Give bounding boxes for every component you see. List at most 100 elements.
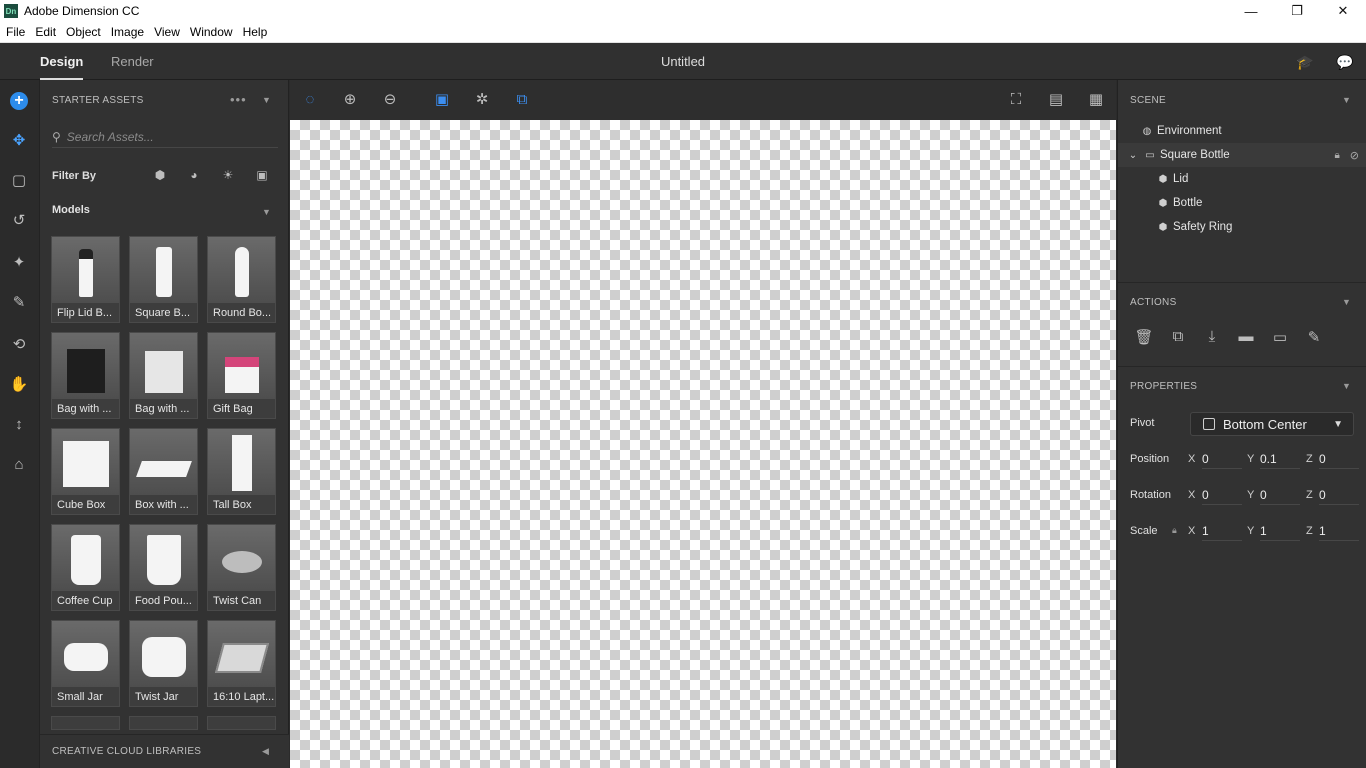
filter-images-icon[interactable]: ▣ xyxy=(254,168,270,184)
orbit-icon[interactable]: ⟲ xyxy=(8,334,30,356)
model-card[interactable]: Twist Jar xyxy=(129,620,198,707)
model-card[interactable]: Small Jar xyxy=(51,620,120,707)
actions-chevron-icon[interactable]: ▼ xyxy=(1342,297,1351,307)
model-card[interactable]: Box with ... xyxy=(129,428,198,515)
dolly-icon[interactable]: ↕ xyxy=(8,414,30,436)
chevron-down-icon[interactable]: ▼ xyxy=(262,95,271,105)
minimize-button[interactable]: — xyxy=(1228,0,1274,22)
model-card[interactable]: Cube Box xyxy=(51,428,120,515)
menu-file[interactable]: File xyxy=(0,25,29,39)
align-icon[interactable]: ✲ xyxy=(472,90,492,110)
snap-icon[interactable]: ▣ xyxy=(432,90,452,110)
expand-chevron-icon[interactable]: ⌄ xyxy=(1126,150,1140,161)
visibility-icon[interactable]: ⊘ xyxy=(1350,149,1359,162)
camera-bookmark-icon[interactable]: ▤ xyxy=(1046,90,1066,110)
menu-view[interactable]: View xyxy=(148,25,184,39)
model-card[interactable]: Gift Bag xyxy=(207,332,276,419)
model-card[interactable]: Square B... xyxy=(129,236,198,323)
model-card[interactable]: Flip Lid B... xyxy=(51,236,120,323)
scene-item-safety-ring[interactable]: ⬢ Safety Ring xyxy=(1118,215,1366,239)
position-y-input[interactable]: 0.1 xyxy=(1260,449,1300,469)
eyedropper-icon[interactable]: ✎ xyxy=(8,292,30,314)
drop-to-ground-icon[interactable]: ⤓ xyxy=(1202,328,1222,348)
delete-icon[interactable]: 🗑︎ xyxy=(1134,328,1154,348)
pivot-dropdown[interactable]: Bottom Center ▼ xyxy=(1190,412,1354,436)
model-card[interactable] xyxy=(207,716,276,730)
lasso-select-icon[interactable]: ◌ xyxy=(300,90,320,110)
model-card[interactable]: Round Bo... xyxy=(207,236,276,323)
model-card[interactable]: Food Pou... xyxy=(129,524,198,611)
scale-x-input[interactable]: 1 xyxy=(1202,521,1242,541)
frame-selection-icon[interactable]: ⧉ xyxy=(512,90,532,110)
filter-materials-icon[interactable]: ◕ xyxy=(186,168,202,184)
axis-y-label: Y xyxy=(1247,453,1255,465)
menu-edit[interactable]: Edit xyxy=(29,25,60,39)
cc-libraries-section[interactable]: CREATIVE CLOUD LIBRARIES ◀ xyxy=(40,734,289,768)
lock-icon[interactable]: 🔒︎ xyxy=(1334,150,1339,161)
fit-view-icon[interactable]: ⛶ xyxy=(1006,90,1026,110)
models-chevron-icon[interactable]: ▼ xyxy=(262,207,271,217)
tab-design[interactable]: Design xyxy=(40,43,84,80)
model-label: Bag with ... xyxy=(135,403,190,415)
actions-header: ACTIONS xyxy=(1130,297,1177,308)
search-assets[interactable]: ⚲ Search Assets... xyxy=(52,126,278,148)
model-card[interactable] xyxy=(51,716,120,730)
scene-item-label: Bottle xyxy=(1173,197,1203,209)
axis-y-label: Y xyxy=(1247,489,1255,501)
render-preview-icon[interactable]: ▦ xyxy=(1086,90,1106,110)
add-selection-icon[interactable]: ⊕ xyxy=(340,90,360,110)
menu-object[interactable]: Object xyxy=(60,25,105,39)
chevron-left-icon[interactable]: ◀ xyxy=(262,746,269,757)
position-x-input[interactable]: 0 xyxy=(1202,449,1242,469)
camera-view-icon[interactable]: ⌂ xyxy=(8,454,30,476)
rotation-z-input[interactable]: 0 xyxy=(1319,485,1359,505)
canvas-viewport[interactable] xyxy=(290,120,1116,768)
tab-render[interactable]: Render xyxy=(111,43,154,80)
select-tool-icon[interactable]: ✥ xyxy=(8,130,30,152)
transform-tool-icon[interactable]: ▢ xyxy=(8,170,30,192)
model-label: Cube Box xyxy=(57,499,106,511)
scene-chevron-icon[interactable]: ▼ xyxy=(1342,95,1351,105)
model-card[interactable]: Coffee Cup xyxy=(51,524,120,611)
lock-proportions-icon[interactable]: 🔒︎ xyxy=(1172,525,1177,536)
properties-chevron-icon[interactable]: ▼ xyxy=(1342,381,1351,391)
filter-models-icon[interactable]: ⬢ xyxy=(152,168,168,184)
model-card[interactable]: Bag with ... xyxy=(51,332,120,419)
model-card[interactable]: 16:10 Lapt... xyxy=(207,620,276,707)
search-input[interactable]: Search Assets... xyxy=(67,130,154,144)
add-content-icon[interactable]: + xyxy=(10,92,28,110)
model-card[interactable] xyxy=(129,716,198,730)
group-icon[interactable]: ▬ xyxy=(1236,328,1256,348)
rotation-y-input[interactable]: 0 xyxy=(1260,485,1300,505)
scale-y-input[interactable]: 1 xyxy=(1260,521,1300,541)
ungroup-icon[interactable]: ▭ xyxy=(1270,328,1290,348)
maximize-button[interactable]: ❐ xyxy=(1274,0,1320,22)
rotation-x-input[interactable]: 0 xyxy=(1202,485,1242,505)
scene-item-square-bottle[interactable]: ⌄ ▭ Square Bottle 🔒︎ ⊘ xyxy=(1118,143,1366,167)
model-thumbnail xyxy=(52,525,119,591)
duplicate-icon[interactable]: ⧉ xyxy=(1168,328,1188,348)
model-thumbnail xyxy=(208,429,275,495)
scene-item-lid[interactable]: ⬢ Lid xyxy=(1118,167,1366,191)
model-card[interactable]: Tall Box xyxy=(207,428,276,515)
sample-icon[interactable]: ✎ xyxy=(1304,328,1324,348)
menu-help[interactable]: Help xyxy=(237,25,272,39)
position-z-input[interactable]: 0 xyxy=(1319,449,1359,469)
menu-window[interactable]: Window xyxy=(184,25,237,39)
filter-label: Filter By xyxy=(52,170,97,182)
model-card[interactable]: Twist Can xyxy=(207,524,276,611)
scene-item-bottle[interactable]: ⬢ Bottle xyxy=(1118,191,1366,215)
menu-image[interactable]: Image xyxy=(105,25,148,39)
subtract-selection-icon[interactable]: ⊖ xyxy=(380,90,400,110)
rotate-tool-icon[interactable]: ↺ xyxy=(8,210,30,232)
scale-z-input[interactable]: 1 xyxy=(1319,521,1359,541)
pan-hand-icon[interactable]: ✋ xyxy=(8,374,30,396)
filter-lights-icon[interactable]: ☀ xyxy=(220,168,236,184)
magic-wand-icon[interactable]: ✦ xyxy=(8,252,30,274)
feedback-icon[interactable]: 💬 xyxy=(1336,53,1354,71)
more-options-icon[interactable]: ••• xyxy=(230,92,247,107)
model-card[interactable]: Bag with ... xyxy=(129,332,198,419)
scene-item-environment[interactable]: ◍ Environment xyxy=(1118,119,1366,143)
learn-icon[interactable]: 🎓 xyxy=(1296,53,1314,71)
close-button[interactable]: ✕ xyxy=(1320,0,1366,22)
